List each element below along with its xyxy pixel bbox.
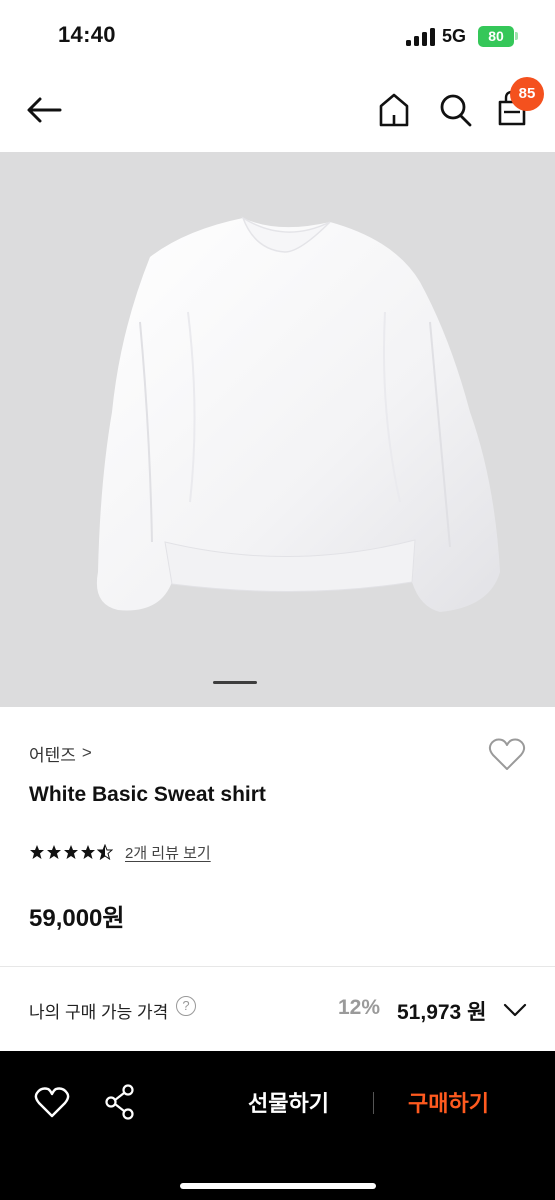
carousel-indicator[interactable] <box>213 681 257 684</box>
star-icon <box>30 845 44 859</box>
cart-count-badge: 85 <box>510 77 544 111</box>
star-icon <box>47 845 61 859</box>
star-icon <box>64 845 78 859</box>
divider <box>373 1092 374 1114</box>
my-price-value: 51,973 원 <box>397 1001 487 1024</box>
discount-rate: 12% <box>338 996 381 1019</box>
battery-icon: 80 <box>478 26 514 47</box>
home-icon[interactable] <box>376 90 412 130</box>
status-bar: 14:40 5G 80 <box>0 0 555 70</box>
bottom-action-bar: 선물하기 구매하기 <box>0 1051 555 1200</box>
product-price: 59,000원 <box>29 905 125 932</box>
buy-button[interactable]: 구매하기 <box>408 1086 489 1118</box>
brand-link[interactable]: 어텐즈 > <box>29 740 92 766</box>
sweatshirt-image <box>96 216 500 612</box>
gift-button[interactable]: 선물하기 <box>248 1086 329 1118</box>
status-time: 14:40 <box>58 22 116 47</box>
signal-icon <box>406 28 436 46</box>
battery-cap <box>515 32 518 40</box>
search-icon[interactable] <box>436 90 474 130</box>
share-icon[interactable] <box>103 1083 137 1121</box>
top-nav <box>0 70 555 152</box>
star-icon <box>81 845 95 859</box>
rating-row: 2개 리뷰 보기 <box>29 840 211 864</box>
help-icon[interactable]: ? <box>176 996 196 1016</box>
chevron-down-icon[interactable] <box>500 997 530 1021</box>
back-arrow-icon[interactable] <box>24 92 64 128</box>
product-name: White Basic Sweat shirt <box>29 783 266 806</box>
half-star-icon <box>97 844 113 860</box>
rating-stars <box>29 844 113 860</box>
network-type: 5G <box>442 26 467 46</box>
my-price-row[interactable]: 나의 구매 가능 가격 ? 12% 51,973 원 <box>0 967 555 1051</box>
heart-outline-icon[interactable] <box>486 735 528 775</box>
home-indicator[interactable] <box>180 1183 376 1189</box>
product-image[interactable] <box>0 152 555 707</box>
brand-name: 어텐즈 <box>29 745 76 765</box>
my-price-label: 나의 구매 가능 가격 <box>29 1003 169 1022</box>
review-link[interactable]: 2개 리뷰 보기 <box>125 842 211 863</box>
chevron-right-icon: > <box>81 743 92 762</box>
heart-outline-icon[interactable] <box>33 1086 71 1120</box>
